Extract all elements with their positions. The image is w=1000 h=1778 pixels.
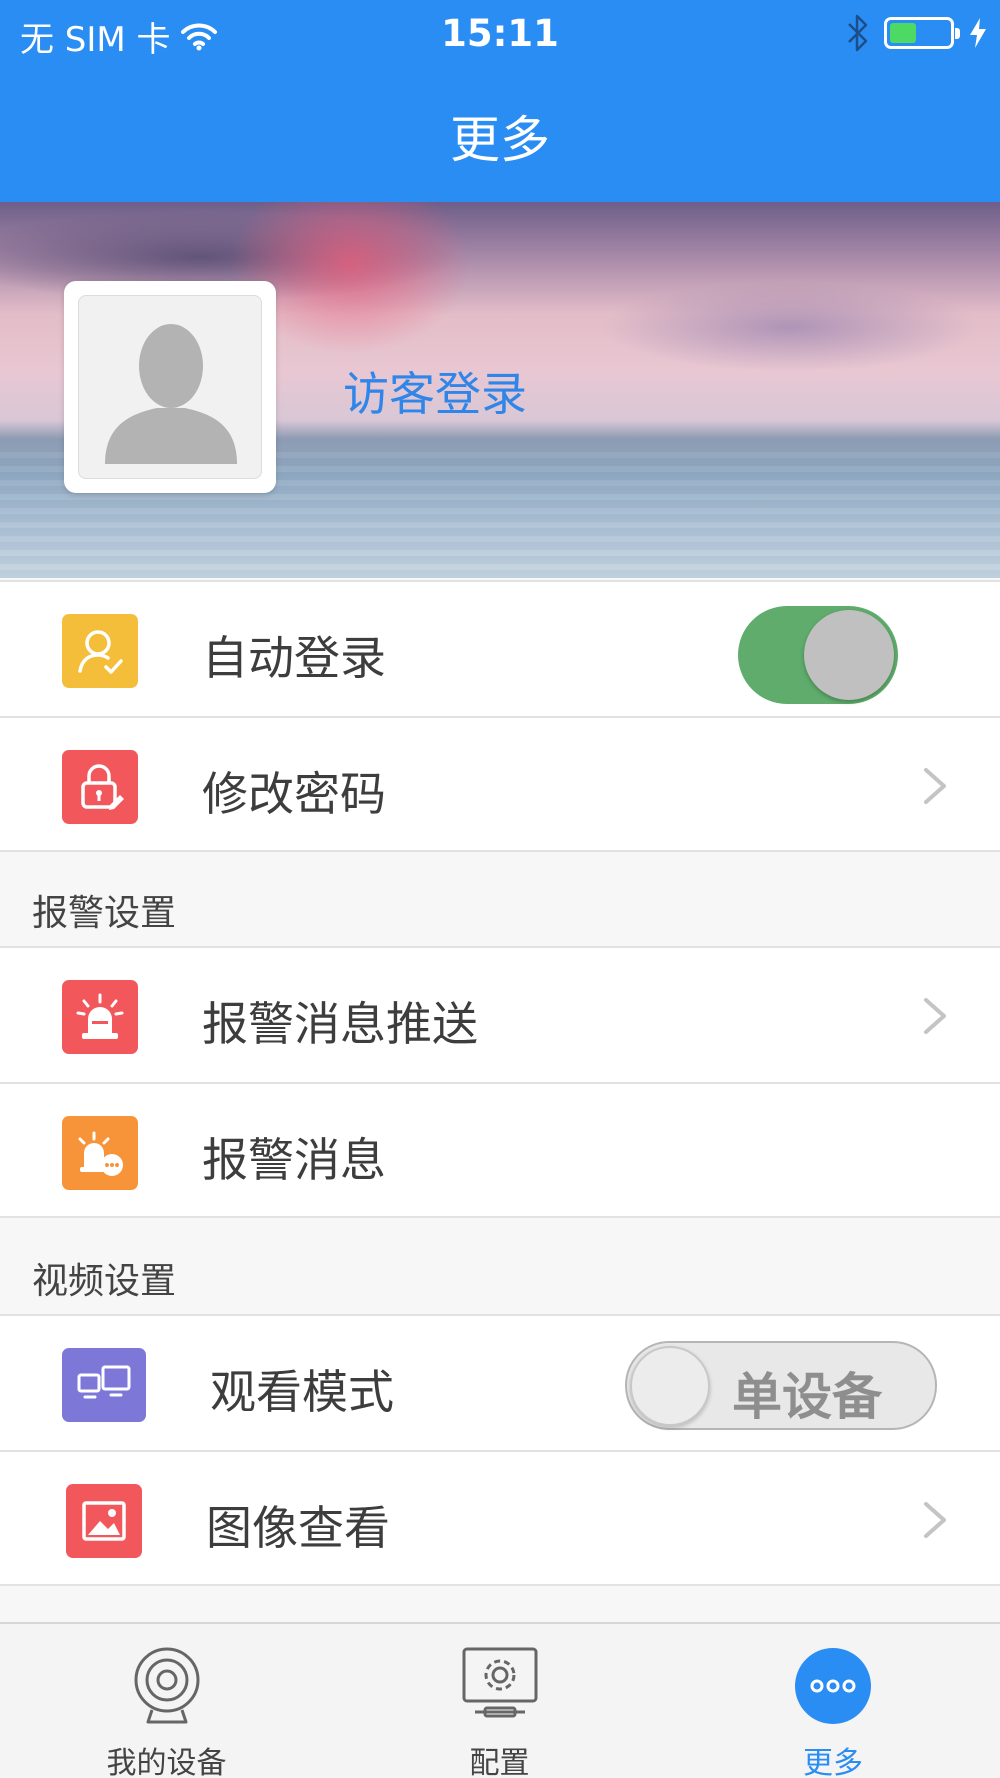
alarm-light-icon: [62, 980, 138, 1054]
alarm-settings-title: 报警设置: [32, 893, 177, 934]
chevron-right-icon: [924, 1502, 946, 1538]
page-title: 更多: [450, 111, 550, 169]
tab-bar: 我的设备 配置 更多: [0, 1622, 1000, 1778]
view-mode-value: 单设备: [732, 1368, 882, 1426]
view-mode-label: 观看模式: [210, 1365, 394, 1419]
toggle-knob: [630, 1346, 710, 1426]
image-view-row[interactable]: 图像查看: [0, 1450, 1000, 1586]
status-right: [846, 14, 988, 52]
avatar-placeholder: [78, 295, 262, 479]
battery-icon: [884, 17, 960, 49]
auto-login-toggle[interactable]: [738, 606, 898, 704]
image-view-label: 图像查看: [206, 1501, 390, 1555]
alarm-messages-label: 报警消息: [202, 1133, 386, 1187]
lock-edit-icon: [62, 750, 138, 824]
alarm-message-icon: [62, 1116, 138, 1190]
video-settings-header: 视频设置: [0, 1222, 1000, 1314]
tab-label: 我的设备: [106, 1746, 227, 1778]
view-mode-toggle[interactable]: 单设备: [625, 1341, 937, 1430]
top-bar: 无 SIM 卡 15:11 更多: [0, 0, 1000, 202]
alarm-messages-row[interactable]: 报警消息: [0, 1082, 1000, 1218]
alarm-push-row[interactable]: 报警消息推送: [0, 946, 1000, 1082]
chevron-right-icon: [924, 998, 946, 1034]
auto-login-label: 自动登录: [202, 631, 386, 685]
more-dots-icon: [795, 1648, 871, 1724]
toggle-knob: [804, 610, 894, 700]
alarm-settings-header: 报警设置: [0, 854, 1000, 946]
tab-label: 更多: [803, 1746, 863, 1778]
multi-screen-icon: [62, 1348, 146, 1422]
auto-login-icon: [62, 614, 138, 688]
image-icon: [66, 1484, 142, 1558]
camera-icon: [134, 1647, 199, 1724]
status-bar: 无 SIM 卡 15:11: [0, 0, 1000, 68]
alarm-push-label: 报警消息推送: [202, 997, 478, 1051]
bluetooth-icon: [848, 14, 868, 52]
user-silhouette-icon: [105, 324, 237, 464]
avatar[interactable]: [64, 281, 276, 493]
tab-label: 配置: [469, 1746, 530, 1778]
tab-my-devices[interactable]: 我的设备: [0, 1624, 333, 1778]
settings-monitor-icon: [462, 1647, 537, 1718]
battery-level: [890, 23, 916, 43]
video-settings-title: 视频设置: [32, 1261, 177, 1302]
change-password-label: 修改密码: [202, 767, 386, 821]
tab-more[interactable]: 更多: [666, 1624, 1000, 1778]
tab-config[interactable]: 配置: [333, 1624, 666, 1778]
chevron-right-icon: [924, 768, 946, 804]
change-password-row[interactable]: 修改密码: [0, 716, 1000, 852]
charging-icon: [970, 18, 986, 48]
guest-login-link[interactable]: 访客登录: [343, 358, 527, 424]
